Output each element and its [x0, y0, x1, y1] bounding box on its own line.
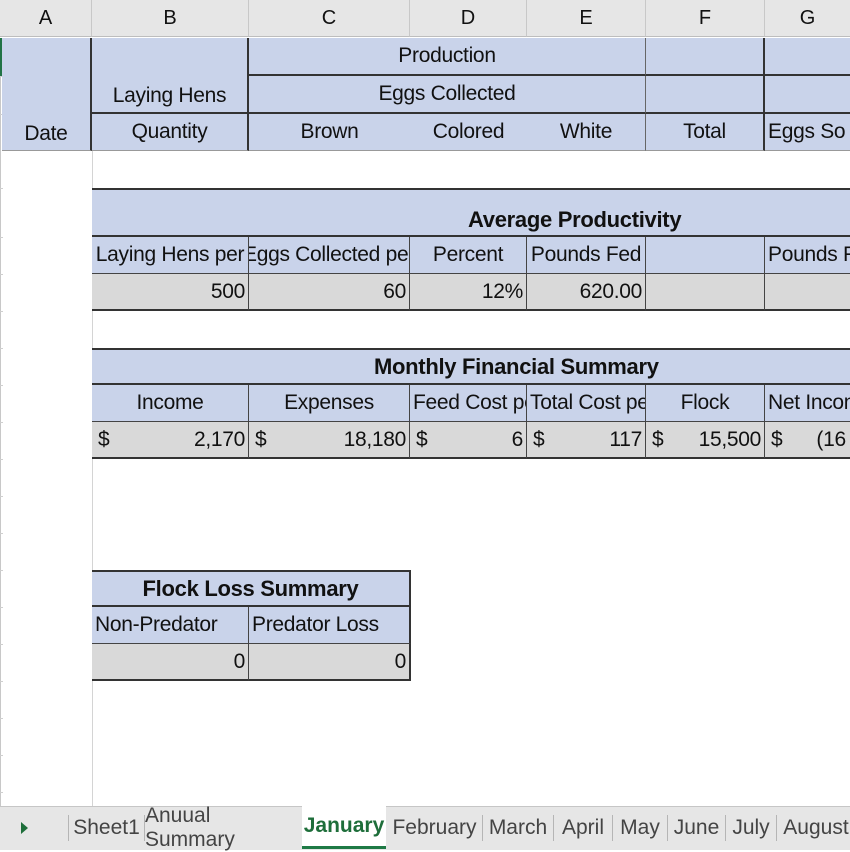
mfs-value-income[interactable]: $ 2,170 [92, 422, 249, 459]
currency-symbol: $ [533, 427, 545, 451]
mfs-header-feed-cost-per[interactable]: Feed Cost per [410, 385, 527, 422]
row-tick [0, 496, 3, 497]
flock-loss-summary-title[interactable]: Flock Loss Summary [92, 570, 411, 607]
header-white[interactable]: White [527, 114, 646, 151]
income-amount: 2,170 [193, 427, 245, 451]
total-cost-amount: 117 [609, 427, 642, 451]
feed-cost-amount: 6 [511, 427, 524, 451]
tab-january[interactable]: January [302, 806, 386, 849]
fls-value-non-predator[interactable]: 0 [92, 644, 249, 681]
column-header-g[interactable]: G [765, 0, 850, 37]
header-eggs-collected[interactable]: Eggs Collected [249, 76, 646, 114]
currency-symbol: $ [652, 427, 664, 451]
mfs-header-income[interactable]: Income [92, 385, 249, 422]
ap-header-pounds-fed-per[interactable]: Pounds Fe [765, 237, 850, 274]
triangle-right-icon [21, 822, 28, 834]
mfs-header-net-income[interactable]: Net Incom [765, 385, 850, 422]
row-tick [0, 792, 3, 793]
column-header-c[interactable]: C [249, 0, 410, 37]
row-tick [0, 422, 3, 423]
header-quantity[interactable]: Quantity [92, 114, 249, 151]
tab-july[interactable]: July [726, 807, 776, 849]
ap-value-percent[interactable]: 12% [410, 274, 527, 311]
tab-march[interactable]: March [483, 807, 553, 849]
row-tick [0, 274, 3, 275]
ap-value-eggs-collected-per[interactable]: 60 [249, 274, 410, 311]
header-production[interactable]: Production [249, 38, 646, 76]
header-g-row1[interactable] [765, 38, 850, 76]
row-tick [0, 718, 3, 719]
header-colored[interactable]: Colored [410, 114, 527, 151]
sheet-tab-bar: Sheet1 Anuual Summary January February M… [0, 804, 850, 851]
column-header-a[interactable]: A [0, 0, 92, 37]
tab-april[interactable]: April [554, 807, 612, 849]
tab-february[interactable]: February [387, 807, 482, 849]
mfs-value-total-cost-per[interactable]: $ 117 [527, 422, 646, 459]
mfs-header-total-cost-per[interactable]: Total Cost per [527, 385, 646, 422]
row-tick [0, 644, 3, 645]
ap-header-empty[interactable] [646, 237, 765, 274]
tab-august[interactable]: August [777, 807, 850, 849]
mfs-header-flock[interactable]: Flock [646, 385, 765, 422]
row-tick [0, 681, 3, 682]
mfs-header-expenses[interactable]: Expenses [249, 385, 410, 422]
currency-symbol: $ [416, 427, 428, 451]
average-productivity-title[interactable]: Average Productivity [92, 188, 850, 237]
column-header-e[interactable]: E [527, 0, 646, 37]
tab-anuual-summary[interactable]: Anuual Summary [145, 804, 302, 851]
currency-symbol: $ [255, 427, 267, 451]
mfs-value-flock[interactable]: $ 15,500 [646, 422, 765, 459]
ap-value-pounds-fed[interactable]: 620.00 [527, 274, 646, 311]
row-tick [0, 188, 3, 189]
currency-symbol: $ [771, 427, 783, 451]
ap-header-pounds-fed[interactable]: Pounds Fed [527, 237, 646, 274]
ap-value-empty[interactable] [646, 274, 765, 311]
mfs-value-expenses[interactable]: $ 18,180 [249, 422, 410, 459]
row-tick [0, 755, 3, 756]
header-eggs-sold[interactable]: Eggs So [765, 114, 850, 151]
tab-scroll-right-button[interactable] [0, 807, 48, 849]
row-tick [0, 570, 3, 571]
ap-header-percent[interactable]: Percent [410, 237, 527, 274]
monthly-financial-summary-title[interactable]: Monthly Financial Summary [92, 348, 850, 385]
ap-value-pounds-fed-per[interactable] [765, 274, 850, 311]
header-date[interactable]: Date [2, 38, 92, 151]
fls-header-non-predator[interactable]: Non-Predator [92, 607, 249, 644]
tab-may[interactable]: May [613, 807, 667, 849]
row-tick [0, 459, 3, 460]
row-tick [0, 607, 3, 608]
ap-value-laying-hens-per[interactable]: 500 [92, 274, 249, 311]
fls-header-predator-loss[interactable]: Predator Loss [249, 607, 411, 644]
tab-june[interactable]: June [668, 807, 725, 849]
column-header-b[interactable]: B [92, 0, 249, 37]
row-tick [0, 348, 3, 349]
row-tick [0, 533, 3, 534]
column-header-d[interactable]: D [410, 0, 527, 37]
ap-header-eggs-collected-per[interactable]: Eggs Collected per [249, 237, 410, 274]
header-f-row1[interactable] [646, 38, 765, 76]
header-total[interactable]: Total [646, 114, 765, 151]
header-g-row2[interactable] [765, 76, 850, 114]
column-header-f[interactable]: F [646, 0, 765, 37]
currency-symbol: $ [98, 427, 110, 451]
tab-sheet1[interactable]: Sheet1 [69, 807, 144, 849]
row-tick [0, 311, 3, 312]
fls-value-predator-loss[interactable]: 0 [249, 644, 411, 681]
header-f-row2[interactable] [646, 76, 765, 114]
row-tick [0, 237, 3, 238]
header-brown[interactable]: Brown [249, 114, 410, 151]
row-tick [0, 385, 3, 386]
net-income-amount: (16 [816, 427, 846, 451]
expenses-amount: 18,180 [343, 427, 407, 451]
flock-amount: 15,500 [698, 427, 762, 451]
header-laying-hens[interactable]: Laying Hens [92, 38, 249, 114]
mfs-value-net-income[interactable]: $ (16 [765, 422, 850, 459]
mfs-value-feed-cost-per[interactable]: $ 6 [410, 422, 527, 459]
ap-header-laying-hens-per[interactable]: Laying Hens per [92, 237, 249, 274]
